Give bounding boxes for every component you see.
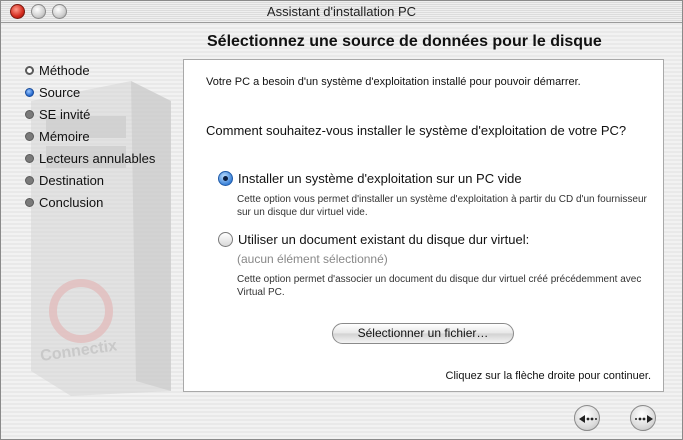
radio-button-checked[interactable] (218, 171, 233, 186)
back-arrow-icon (579, 415, 597, 423)
title-bar[interactable]: Assistant d'installation PC (1, 1, 682, 23)
intro-text: Votre PC a besoin d'un système d'exploit… (206, 76, 581, 88)
option-label[interactable]: Installer un système d'exploitation sur … (238, 171, 522, 186)
step-label: Lecteurs annulables (39, 150, 156, 166)
step-bullet-icon (25, 87, 34, 97)
page-title: Sélectionnez une source de données pour … (207, 33, 602, 50)
step-label: Source (39, 84, 81, 100)
step-bullet-icon (25, 131, 34, 141)
step-label: Conclusion (39, 194, 104, 210)
select-file-button[interactable]: Sélectionner un fichier… (332, 323, 514, 344)
sidebar-step: Mémoire (25, 125, 155, 147)
steps-list: Méthode Source SE invité Mémoire Lecteurs an… (25, 59, 155, 213)
step-bullet-icon (25, 153, 34, 163)
step-label: Mémoire (39, 128, 90, 144)
sidebar-step: Destination (25, 169, 155, 191)
sidebar-step: Source (25, 81, 155, 103)
content-panel: Votre PC a besoin d'un système d'exploit… (183, 59, 664, 392)
step-bullet-icon (25, 109, 34, 119)
step-label: Méthode (39, 62, 90, 78)
step-bullet-icon (25, 197, 34, 207)
sidebar-step: SE invité (25, 103, 155, 125)
option-blank-pc[interactable]: Installer un système d'exploitation sur … (218, 171, 522, 186)
option-existing-disk[interactable]: Utiliser un document existant du disque … (218, 232, 529, 247)
option-description: Cette option vous permet d'installer un … (237, 194, 647, 218)
sidebar-step: Lecteurs annulables (25, 147, 155, 169)
step-bullet-icon (25, 175, 34, 185)
question-text: Comment souhaitez-vous installer le syst… (206, 123, 627, 138)
selected-file-value: (aucun élément sélectionné) (237, 252, 388, 266)
step-bullet-icon (25, 65, 34, 75)
option-label[interactable]: Utiliser un document existant du disque … (238, 232, 529, 247)
forward-button[interactable] (630, 405, 656, 431)
step-label: Destination (39, 172, 105, 188)
window-title: Assistant d'installation PC (266, 4, 417, 19)
sidebar-step: Méthode (25, 59, 155, 81)
wizard-window: Assistant d'installation PC Sélectionnez… (0, 0, 683, 440)
back-button[interactable] (574, 405, 600, 431)
radio-button[interactable] (218, 232, 233, 247)
forward-arrow-icon (635, 415, 653, 423)
step-label: SE invité (39, 106, 91, 122)
sidebar-step: Conclusion (25, 191, 155, 213)
option-description: Cette option permet d'associer un docume… (237, 274, 642, 298)
continue-hint: Cliquez sur la flèche droite pour contin… (445, 370, 651, 382)
